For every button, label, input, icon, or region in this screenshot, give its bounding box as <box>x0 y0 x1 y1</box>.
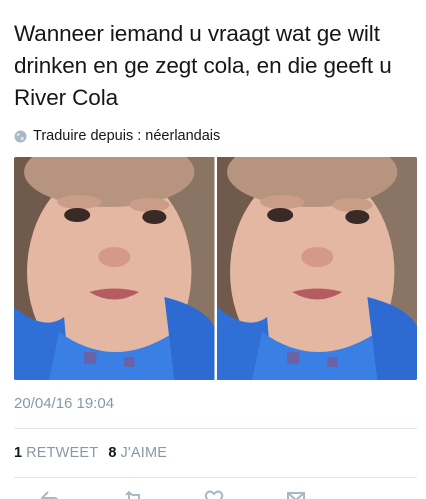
tweet-stats: 1 RETWEET 8 J'AIME <box>14 445 167 461</box>
translate-label: Traduire depuis : néerlandais <box>33 128 221 144</box>
divider <box>14 428 417 429</box>
divider <box>14 477 417 478</box>
tweet-timestamp[interactable]: 20/04/16 19:04 <box>14 395 114 412</box>
retweet-count: 1 <box>14 445 23 461</box>
heart-icon[interactable] <box>204 489 224 499</box>
like-stat[interactable]: 8 J'AIME <box>108 445 167 461</box>
reply-icon[interactable] <box>40 489 60 499</box>
retweet-icon[interactable] <box>124 489 144 499</box>
share-icon[interactable] <box>286 489 306 499</box>
media-photo-right[interactable] <box>216 157 417 380</box>
media-grid <box>14 157 417 380</box>
globe-icon <box>14 130 27 143</box>
like-count: 8 <box>108 445 117 461</box>
retweet-stat[interactable]: 1 RETWEET <box>14 445 98 461</box>
action-bar <box>0 489 426 499</box>
like-label: J'AIME <box>120 445 168 461</box>
tweet-text: Wanneer iemand u vraagt wat ge wilt drin… <box>14 21 392 110</box>
media-photo-left[interactable] <box>14 157 215 380</box>
retweet-label: RETWEET <box>26 445 99 461</box>
translate-link[interactable]: Traduire depuis : néerlandais <box>14 126 220 146</box>
